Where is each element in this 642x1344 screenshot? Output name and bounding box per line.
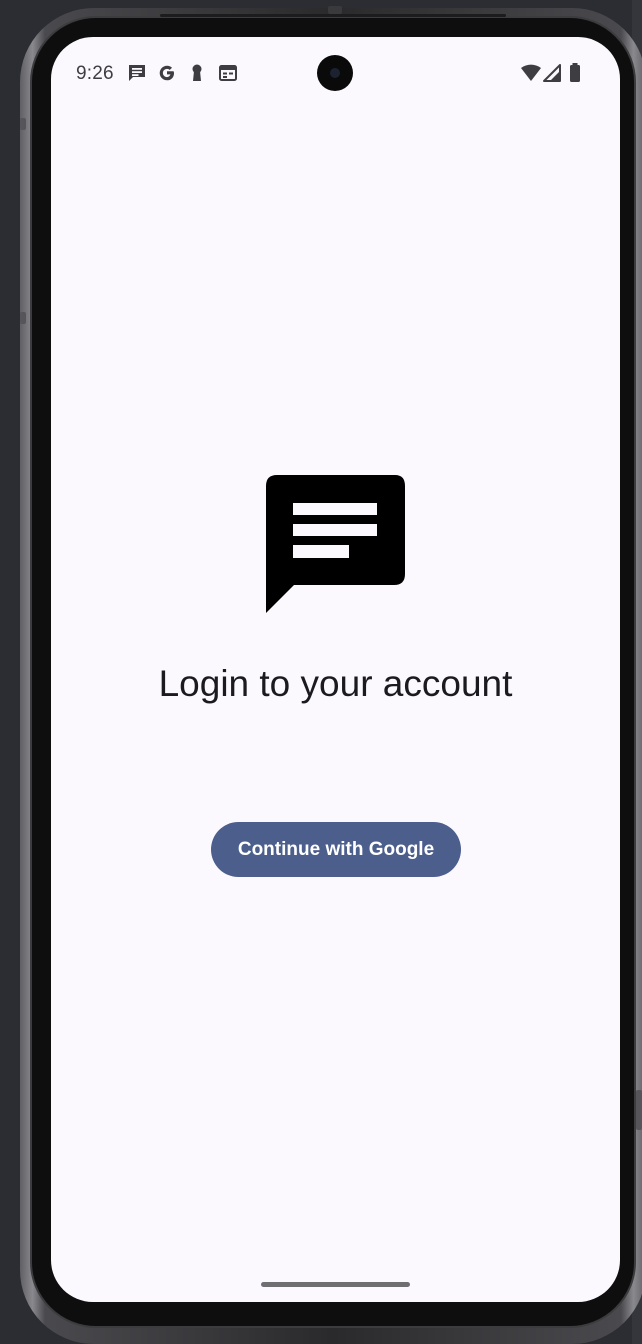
cell-signal-icon <box>543 64 561 82</box>
camera-lens <box>330 68 340 78</box>
continue-with-google-button[interactable]: Continue with Google <box>211 822 461 877</box>
status-time: 9:26 <box>76 63 114 84</box>
keyhole-icon <box>192 64 202 81</box>
front-camera <box>317 55 353 91</box>
device-side-button <box>20 312 26 324</box>
device-power-button <box>636 1090 642 1130</box>
calendar-icon <box>219 65 237 81</box>
chat-bubble-icon <box>266 475 405 613</box>
phone-screen: 9:26 Login to your account Continue with… <box>51 37 620 1302</box>
wifi-icon <box>521 64 541 81</box>
battery-icon <box>570 63 580 82</box>
device-side-button <box>20 118 26 130</box>
gesture-nav-handle[interactable] <box>261 1282 410 1287</box>
device-top-nub <box>328 6 342 14</box>
message-icon <box>129 65 145 81</box>
login-title: Login to your account <box>158 663 513 704</box>
google-g-icon <box>159 65 174 81</box>
device-top-edge <box>160 14 506 17</box>
